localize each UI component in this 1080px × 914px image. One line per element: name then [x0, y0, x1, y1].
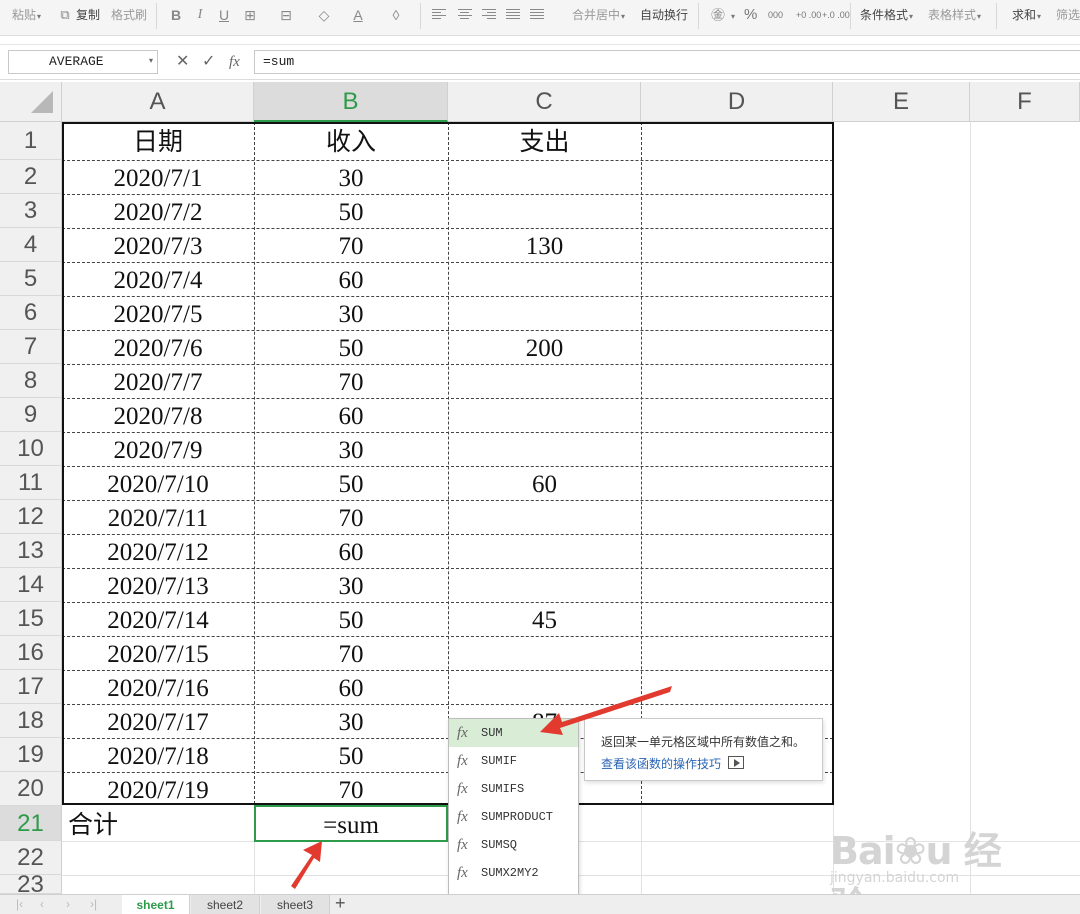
arrow-to-formula-cell [291, 841, 322, 889]
arrow-to-sum-option [540, 686, 672, 735]
annotation-arrows [291, 686, 672, 889]
